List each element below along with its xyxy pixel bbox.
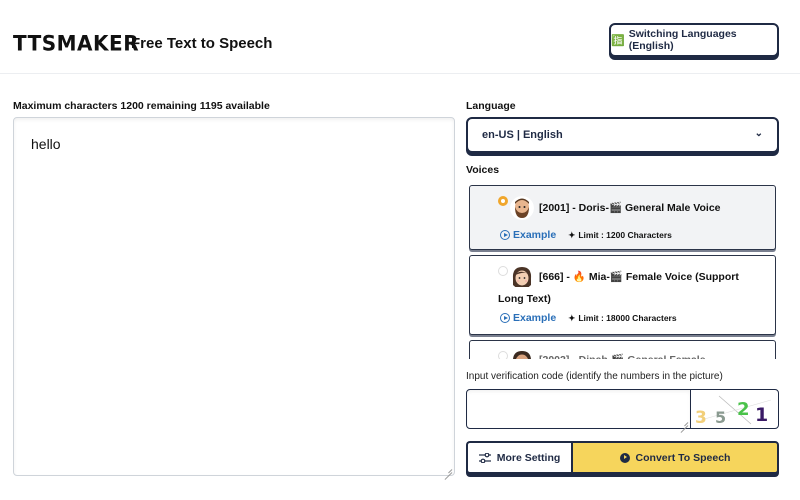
- language-label: Language: [466, 100, 516, 112]
- limit-label: Limit : 1200 Characters: [578, 230, 672, 240]
- language-select-value: en-US | English: [482, 129, 563, 141]
- captcha-digit: 5: [715, 408, 726, 427]
- switch-language-label: Switching Languages (English): [628, 28, 737, 52]
- character-count-info: Maximum characters 1200 remaining 1195 a…: [13, 100, 270, 112]
- resize-grip-icon[interactable]: [444, 465, 452, 473]
- voice-name: [2001] - Doris-🎬 General Male Voice: [539, 202, 721, 214]
- voice-radio[interactable]: [498, 351, 508, 359]
- captcha-digit: 3: [695, 408, 707, 428]
- more-setting-button[interactable]: More Setting: [466, 441, 571, 474]
- play-circle-icon: [500, 313, 510, 323]
- switch-language-button[interactable]: 🈯 Switching Languages (English): [609, 23, 779, 57]
- convert-to-speech-button[interactable]: Convert To Speech: [571, 441, 779, 474]
- voice-meta: Example ✦ Limit : 18000 Characters: [500, 312, 677, 324]
- sparkle-icon: ✦: [568, 229, 576, 240]
- language-icon: 🈯: [611, 34, 625, 47]
- sparkle-icon: ✦: [568, 312, 576, 323]
- example-label: Example: [513, 312, 557, 324]
- limit-label: Limit : 18000 Characters: [578, 313, 677, 323]
- text-input-value: hello: [31, 136, 61, 152]
- voice-card-2001[interactable]: [2001] - Doris-🎬 General Male Voice Exam…: [469, 185, 776, 250]
- voice-radio-selected[interactable]: [498, 196, 508, 206]
- voice-list[interactable]: [2001] - Doris-🎬 General Male Voice Exam…: [469, 184, 777, 359]
- example-label: Example: [513, 229, 557, 241]
- captcha-digit: 2: [737, 399, 750, 420]
- character-limit: ✦ Limit : 18000 Characters: [568, 313, 676, 324]
- language-select[interactable]: en-US | English ⌄: [466, 117, 779, 153]
- sliders-icon: [478, 452, 491, 463]
- male-avatar-icon: [510, 196, 534, 220]
- voice-card-2002[interactable]: [2002] - Dinah-🎬 General Female ...: [469, 340, 776, 359]
- ttsmaker-logo[interactable]: TTSMAKER: [13, 30, 139, 55]
- play-circle-icon: [619, 452, 630, 463]
- captcha-image[interactable]: 3 5 2 1: [690, 389, 779, 429]
- captcha-digit: 1: [755, 404, 768, 426]
- chevron-down-icon: ⌄: [754, 128, 763, 139]
- voice-name: [666] - 🔥 Mia-🎬 Female Voice (Support Lo…: [498, 271, 739, 305]
- voice-name: [2002] - Dinah-🎬 General Female ...: [539, 349, 717, 359]
- voice-meta: Example ✦ Limit : 1200 Characters: [500, 229, 672, 241]
- voices-label: Voices: [466, 164, 500, 176]
- female-avatar-icon: [510, 349, 534, 359]
- example-button[interactable]: Example: [500, 229, 556, 241]
- play-circle-icon: [500, 230, 510, 240]
- convert-label: Convert To Speech: [635, 451, 731, 464]
- character-limit: ✦ Limit : 1200 Characters: [568, 230, 672, 241]
- example-button[interactable]: Example: [500, 312, 556, 324]
- site-header: TTSMAKER Free Text to Speech 🈯 Switching…: [0, 0, 800, 74]
- more-setting-label: More Setting: [496, 451, 561, 464]
- site-tagline: Free Text to Speech: [131, 35, 273, 52]
- text-input-area[interactable]: hello: [13, 117, 455, 476]
- verification-label: Input verification code (identify the nu…: [466, 371, 723, 382]
- resize-grip-icon[interactable]: [680, 418, 688, 426]
- verification-code-input[interactable]: [466, 389, 691, 429]
- voice-card-666[interactable]: [666] - 🔥 Mia-🎬 Female Voice (Support Lo…: [469, 255, 776, 335]
